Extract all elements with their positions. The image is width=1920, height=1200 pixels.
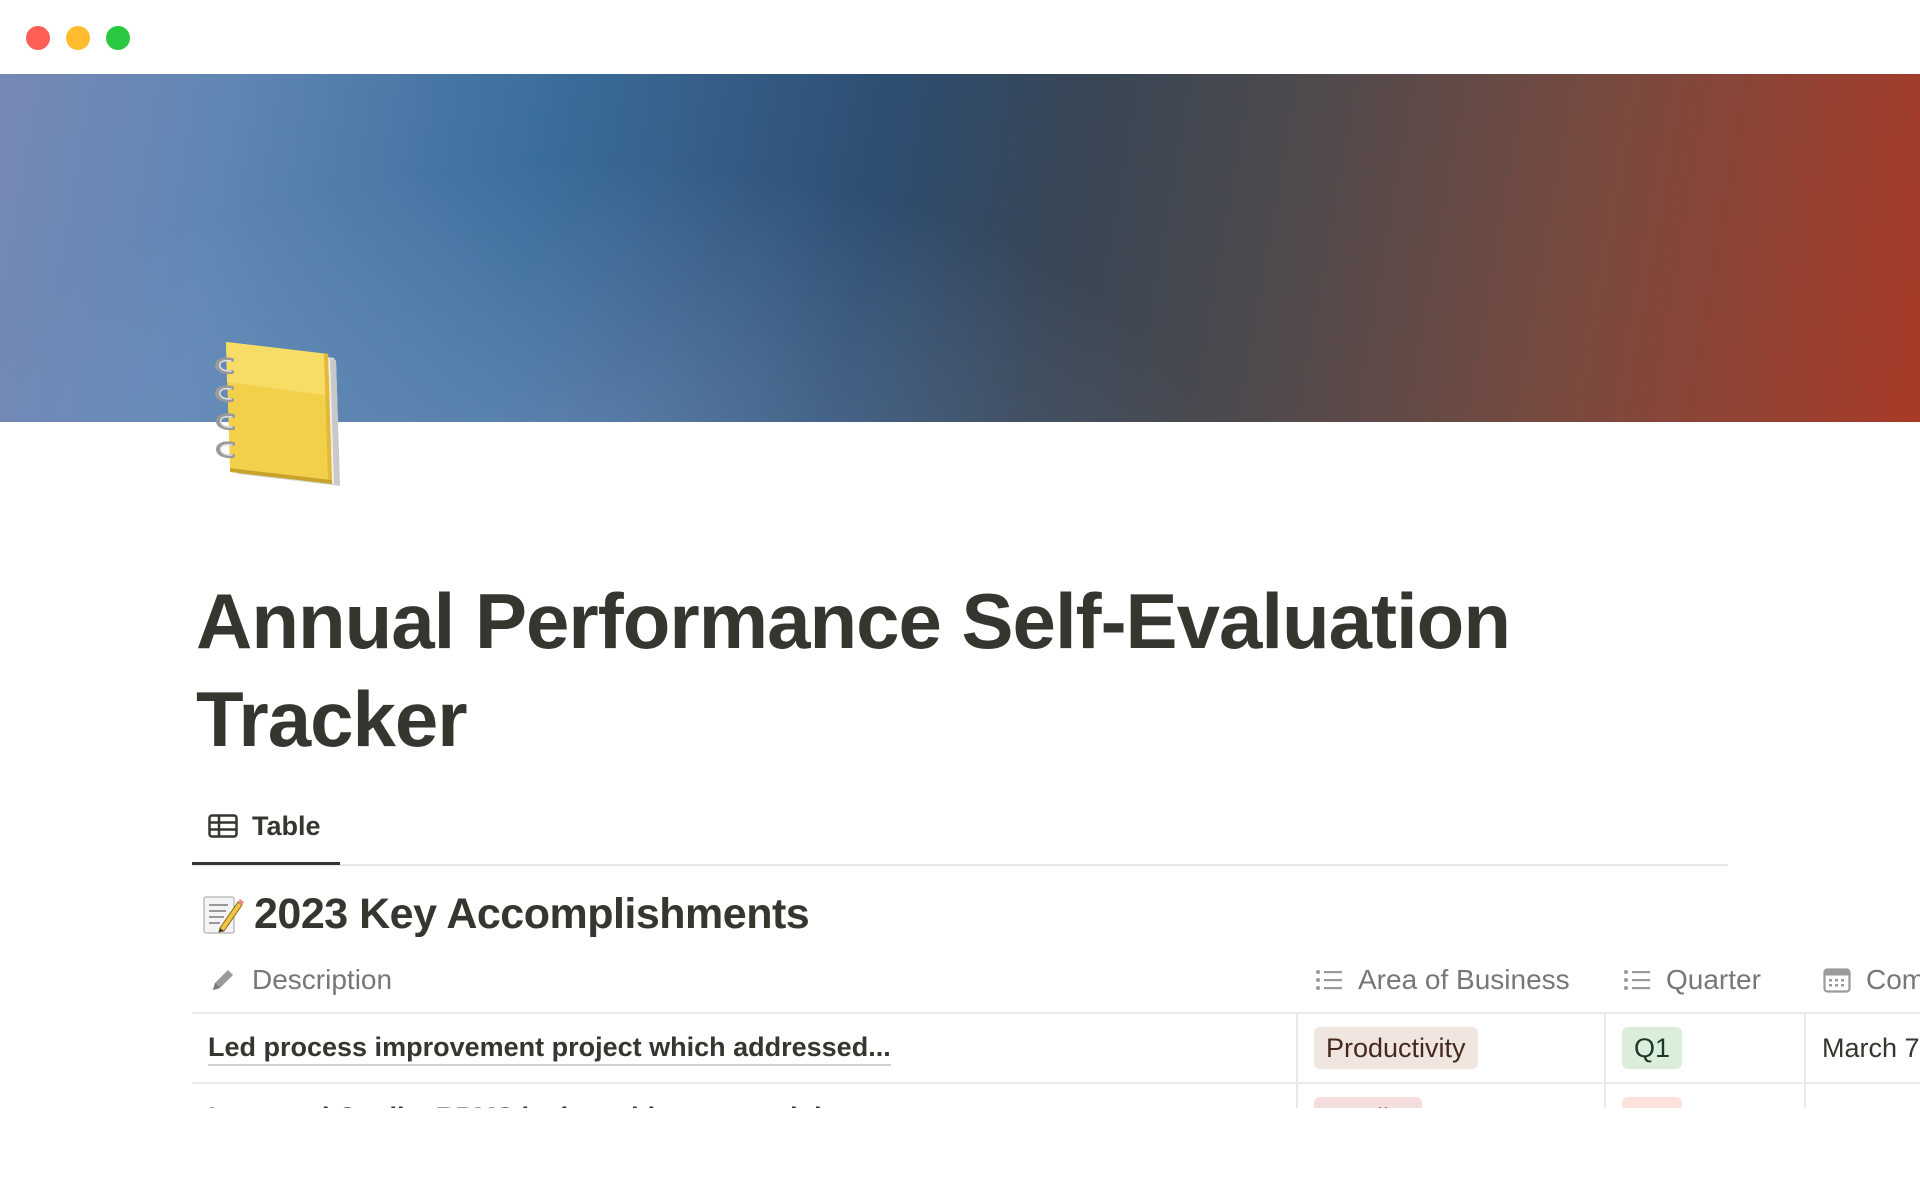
database-title-label: 2023 Key Accomplishments	[254, 889, 810, 938]
column-divider	[1296, 1084, 1298, 1108]
database-title[interactable]: 2023 Key Accomplishments	[200, 884, 810, 944]
quarter-tag: Q2	[1622, 1097, 1683, 1108]
table-row[interactable]: Improved Quality RPMS by launching new t…	[192, 1084, 1920, 1108]
table-header: Description Area of Business Quarter Com	[192, 948, 1920, 1014]
column-header-label: Quarter	[1666, 964, 1761, 995]
description-cell[interactable]: Improved Quality RPMS by launching new t…	[208, 1084, 1298, 1108]
table-row[interactable]: Led process improvement project which ad…	[192, 1014, 1920, 1084]
page-bottom-area	[0, 1108, 1920, 1200]
column-header-label: Description	[252, 964, 393, 995]
quarter-tag: Q1	[1622, 1027, 1683, 1069]
completed-date-cell[interactable]: March 7	[1822, 1014, 1920, 1082]
page-title[interactable]: Annual Performance Self-Evaluation Track…	[196, 572, 1756, 768]
description-text: Improved Quality RPMS by launching new t…	[208, 1100, 877, 1108]
quarter-cell[interactable]: Q1	[1622, 1014, 1683, 1082]
area-tag: Productivity	[1314, 1027, 1478, 1069]
area-tag: Quality	[1314, 1097, 1423, 1108]
list-icon	[1314, 965, 1344, 995]
pencil-icon	[208, 965, 238, 995]
column-header-completed[interactable]: Com	[1822, 948, 1920, 1012]
column-divider	[1804, 1084, 1806, 1108]
completed-date-cell[interactable]: June	[1822, 1084, 1920, 1109]
close-window-button[interactable]	[26, 26, 50, 50]
spiral-notebook-icon[interactable]	[202, 336, 352, 496]
zoom-window-button[interactable]	[106, 26, 130, 50]
notion-window: Annual Performance Self-Evaluation Track…	[0, 0, 1920, 1200]
column-divider	[1604, 1014, 1606, 1082]
area-cell[interactable]: Productivity	[1314, 1014, 1478, 1082]
database-view-tabs: Table	[192, 790, 1728, 866]
column-header-area-of-business[interactable]: Area of Business	[1314, 948, 1570, 1012]
column-header-label: Com	[1866, 964, 1920, 995]
table-icon	[208, 814, 238, 838]
column-divider	[1804, 1014, 1806, 1082]
list-icon	[1622, 965, 1652, 995]
memo-icon	[200, 892, 244, 936]
minimize-window-button[interactable]	[66, 26, 90, 50]
area-cell[interactable]: Quality	[1314, 1084, 1423, 1108]
column-header-description[interactable]: Description	[208, 948, 392, 1012]
notebook-graphic	[215, 342, 340, 486]
title-bar	[0, 0, 1920, 74]
column-divider	[1296, 1014, 1298, 1082]
calendar-icon	[1822, 965, 1852, 995]
tab-label: Table	[252, 810, 321, 841]
accomplishments-table: Description Area of Business Quarter Com…	[192, 948, 1920, 1108]
description-cell[interactable]: Led process improvement project which ad…	[208, 1014, 1298, 1082]
column-header-label: Area of Business	[1358, 964, 1570, 995]
tab-table[interactable]: Table	[192, 790, 340, 865]
column-divider	[1604, 1084, 1606, 1108]
quarter-cell[interactable]: Q2	[1622, 1084, 1683, 1108]
description-text: Led process improvement project which ad…	[208, 1030, 891, 1066]
column-header-quarter[interactable]: Quarter	[1622, 948, 1761, 1012]
